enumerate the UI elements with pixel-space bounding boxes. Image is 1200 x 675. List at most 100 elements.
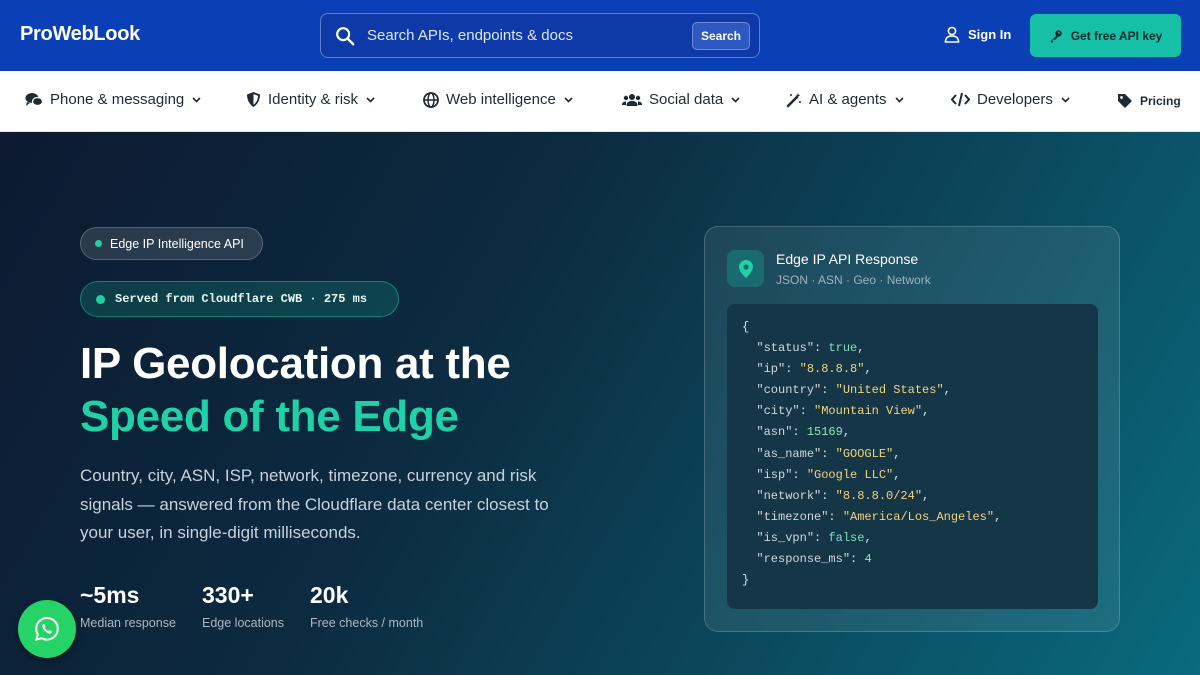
code-line: "isp": "Google LLC", [756, 467, 901, 482]
chevron-down-icon [564, 96, 573, 103]
hero-title: IP Geolocation at the Speed of the Edge [80, 337, 511, 443]
code-line: "ip": "8.8.8.8", [756, 362, 872, 377]
nav-label: Identity & risk [268, 91, 359, 108]
code-line: "timezone": "America/Los_Angeles", [756, 509, 1002, 524]
code-line: "status": true, [756, 341, 865, 356]
search-button[interactable]: Search [692, 22, 750, 50]
stat-label: Median response [80, 616, 176, 630]
served-from-label: Served from Cloudflare CWB · 275 ms [115, 292, 368, 306]
json-key: "ip" [756, 362, 786, 377]
nav-item-pricing[interactable]: Pricing [1117, 93, 1181, 109]
whatsapp-icon [34, 616, 59, 642]
stat-label: Edge locations [202, 616, 285, 630]
json-comma: , [943, 383, 951, 398]
json-comma: , [857, 341, 865, 356]
hero-title-line1: IP Geolocation at the [80, 339, 511, 388]
code-line: "as_name": "GOOGLE", [756, 446, 901, 461]
search-input[interactable]: Search APIs, endpoints & docs [367, 27, 573, 44]
code-line: "asn": 15169, [756, 425, 851, 440]
json-key: "is_vpn" [756, 530, 815, 545]
json-value: true [828, 341, 858, 356]
search-icon [336, 27, 355, 46]
json-code-block: { "status": true, "ip": "8.8.8.8", "coun… [727, 304, 1098, 609]
location-pin-icon [738, 259, 753, 278]
card-title: Edge IP API Response [776, 251, 919, 267]
cta-label: Get free API key [1070, 28, 1163, 43]
key-icon [1050, 29, 1062, 43]
api-badge-label: Edge IP Intelligence API [110, 236, 244, 251]
json-comma: , [864, 530, 872, 545]
json-key: "timezone" [756, 509, 829, 524]
sign-in-label: Sign In [968, 27, 1012, 42]
json-value: 15169 [806, 425, 843, 440]
code-open-brace: { [742, 320, 750, 334]
nav-item-web-intelligence[interactable]: Web intelligence [423, 91, 573, 108]
top-header: ProWebLook Search APIs, endpoints & docs… [0, 0, 1200, 71]
json-key: "city" [756, 404, 800, 419]
user-icon [944, 26, 960, 43]
magic-wand-icon [786, 92, 801, 107]
search-bar[interactable]: Search APIs, endpoints & docs Search [320, 13, 760, 58]
nav-label: Developers [977, 91, 1053, 108]
hero-description: Country, city, ASN, ISP, network, timezo… [80, 466, 549, 542]
json-value: "8.8.8.8" [799, 362, 865, 377]
hero-title-line2: Speed of the Edge [80, 392, 459, 441]
whatsapp-chat-button[interactable] [18, 600, 76, 658]
stat-median-response: ~5ms Median response [80, 582, 176, 630]
logo[interactable]: ProWebLook [20, 23, 140, 46]
card-subtitle: JSON · ASN · Geo · Network [776, 273, 931, 287]
code-line: "response_ms": 4 [756, 552, 872, 567]
code-lines: "status": true, "ip": "8.8.8.8", "countr… [742, 338, 1098, 570]
get-api-key-button[interactable]: Get free API key [1030, 14, 1181, 57]
json-comma: , [893, 467, 901, 482]
code-line: "city": "Mountain View", [756, 404, 930, 419]
nav-item-developers[interactable]: Developers [951, 91, 1070, 108]
chevron-down-icon [1061, 96, 1070, 103]
nav-item-identity-risk[interactable]: Identity & risk [246, 91, 375, 108]
served-from-badge: Served from Cloudflare CWB · 275 ms [80, 281, 399, 317]
users-icon [622, 93, 642, 106]
nav-label: Phone & messaging [50, 91, 185, 108]
code-line: "is_vpn": false, [756, 530, 872, 545]
json-value: "America/Los_Angeles" [842, 509, 995, 524]
api-badge: Edge IP Intelligence API [80, 227, 263, 260]
globe-icon [423, 91, 439, 108]
nav-label: Pricing [1140, 94, 1181, 108]
stat-value: ~5ms [80, 582, 140, 608]
nav-item-phone-messaging[interactable]: Phone & messaging [25, 91, 201, 108]
stat-value: 330+ [202, 582, 254, 608]
chevron-down-icon [366, 96, 375, 103]
json-value: "Google LLC" [806, 467, 894, 482]
shield-icon [247, 92, 260, 107]
json-comma: , [994, 509, 1002, 524]
code-line: "network": "8.8.8.0/24", [756, 488, 930, 503]
json-comma: , [864, 362, 872, 377]
json-key: "isp" [756, 467, 793, 482]
json-value: 4 [864, 552, 872, 567]
chat-icon [25, 92, 43, 106]
json-value: false [828, 530, 865, 545]
json-key: "network" [756, 488, 822, 503]
stat-label: Free checks / month [310, 616, 424, 630]
json-comma: , [842, 425, 851, 440]
stat-edge-locations: 330+ Edge locations [202, 582, 284, 630]
chevron-down-icon [894, 96, 904, 103]
sign-in-link[interactable]: Sign In [944, 26, 1011, 43]
nav-item-ai-agents[interactable]: AI & agents [786, 91, 904, 108]
json-value: "GOOGLE" [835, 446, 894, 461]
main-nav: Phone & messaging Identity & risk Web in… [0, 71, 1200, 132]
live-dot [96, 294, 105, 304]
json-value: "8.8.8.0/24" [835, 488, 923, 503]
json-comma: , [893, 446, 901, 461]
json-key: "asn" [756, 425, 793, 440]
nav-item-social-data[interactable]: Social data [622, 91, 740, 108]
json-value: "Mountain View" [814, 404, 923, 419]
status-dot [95, 240, 102, 247]
json-comma: , [922, 488, 930, 503]
chevron-down-icon [192, 96, 201, 103]
code-line: "country": "United States", [756, 383, 951, 398]
chevron-down-icon [731, 96, 740, 103]
stat-value: 20k [310, 582, 349, 608]
tag-icon [1118, 94, 1132, 108]
nav-label: Social data [649, 91, 724, 108]
